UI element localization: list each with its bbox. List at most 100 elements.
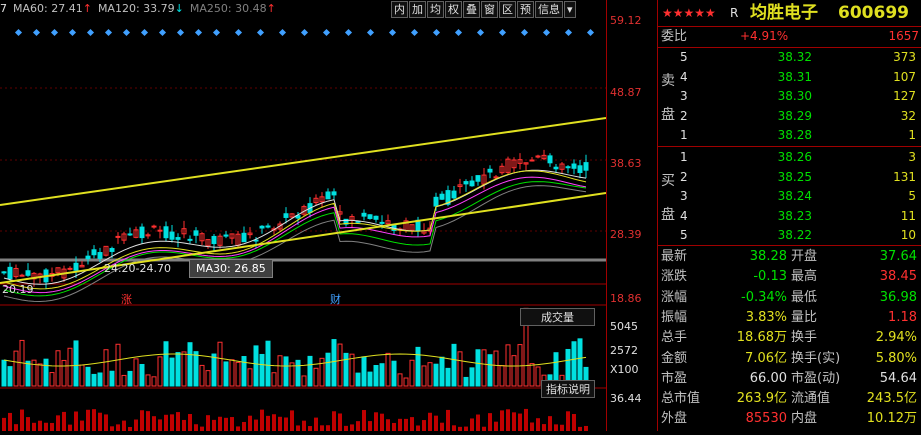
bid-volume: 3 [908, 150, 916, 164]
quote-label: 总手 [661, 330, 688, 346]
ask-level: 1 [680, 128, 688, 142]
quote-row: 最新 38.28 开盘 37.64 [658, 247, 921, 266]
low-price-label: 20.19 [2, 283, 34, 296]
ask-volume: 127 [893, 89, 916, 103]
quote-label: 市盈(动) [791, 370, 841, 386]
toolbar-button[interactable]: 信息 [535, 1, 563, 18]
bid-row[interactable]: 1 38.26 3 [658, 148, 921, 167]
quote-label: 总市值 [661, 391, 701, 407]
bid-volume: 10 [900, 228, 916, 242]
range-label: 24.20-24.70 [104, 262, 171, 275]
bid-price: 38.24 [777, 189, 812, 203]
ask-price: 38.32 [777, 50, 812, 64]
ask-row[interactable]: 2 38.29 32 [658, 107, 921, 126]
quote-label: 金额 [661, 350, 688, 366]
quote-label: 最新 [661, 249, 688, 264]
ask-price: 38.28 [777, 128, 812, 142]
quote-value: 38.45 [879, 269, 917, 285]
ma-legend-text: MA250: 30.48 [189, 2, 267, 15]
toolbar-button[interactable]: 叠 [463, 1, 480, 18]
ask-volume: 107 [893, 69, 916, 84]
toolbar-button[interactable]: 内 [391, 1, 408, 18]
quote-label: 涨幅 [661, 289, 688, 305]
order-ratio-row: 委比 +4.91% 1657 [658, 27, 921, 46]
bid-row[interactable]: 5 38.22 10 [658, 226, 921, 245]
quote-label: 流通值 [791, 391, 831, 407]
axis-tick-label: 28.39 [610, 228, 642, 241]
quote-value: -0.13 [753, 269, 787, 285]
quote-value: 54.64 [879, 370, 917, 386]
chart-canvas[interactable] [0, 0, 607, 431]
bid-row[interactable]: 4 38.23 11 [658, 207, 921, 226]
quote-row: 外盘 85530 内盘 10.12万 [658, 409, 921, 428]
quote-value: 1.18 [888, 309, 917, 325]
quote-panel: ★★★★★ R 均胜电子 600699 委比 +4.91% 1657 5 38.3… [657, 0, 921, 431]
ask-level: 3 [680, 89, 688, 103]
stock-header: ★★★★★ R 均胜电子 600699 [658, 2, 921, 24]
ask-level: 5 [680, 50, 688, 64]
order-ratio-pct: +4.91% [740, 29, 789, 43]
ma-legend-item: MA60: 27.41↑ [13, 2, 92, 15]
candlestick-chart[interactable]: 7 MA60: 27.41↑ MA120: 33.79↓ MA250: 30.48↑ … [0, 0, 607, 431]
quote-value: 85530 [745, 411, 787, 427]
event-marker-2[interactable]: 财 [330, 291, 341, 307]
quote-label: 换手 [791, 330, 818, 346]
quote-value: 36.98 [879, 289, 917, 305]
bid-volume: 131 [893, 169, 916, 184]
bid-volume: 11 [900, 208, 916, 223]
bid-price: 38.22 [777, 228, 812, 242]
quote-value: 18.68万 [736, 330, 787, 346]
toolbar-button[interactable]: 区 [499, 1, 516, 18]
ma-legend-item: MA120: 33.79↓ [98, 2, 184, 15]
quote-value: 38.28 [749, 249, 787, 264]
bid-price: 38.25 [777, 169, 812, 184]
bid-side-label: 盘 [661, 207, 675, 223]
event-marker-1[interactable]: 涨 [121, 291, 132, 307]
quote-value: 2.94% [875, 330, 917, 346]
toolbar-button[interactable]: 预 [517, 1, 534, 18]
ask-row[interactable]: 3 38.30 127 [658, 87, 921, 106]
quote-value: 7.06亿 [745, 350, 787, 366]
quote-value: 243.5亿 [866, 391, 917, 407]
bid-side-label: 买 [661, 173, 675, 189]
quote-label: 最高 [791, 269, 818, 285]
indicator-help-button[interactable]: 指标说明 [541, 380, 595, 398]
axis-tick-label: 2572 [610, 344, 638, 357]
bid-row[interactable]: 2 38.25 131 [658, 168, 921, 187]
axis-tick-label: 38.63 [610, 157, 642, 170]
toolbar-button[interactable]: 均 [427, 1, 444, 18]
toolbar-button[interactable]: 权 [445, 1, 462, 18]
quote-value: 3.83% [745, 309, 787, 325]
quote-row: 金额 7.06亿 换手(实) 5.80% [658, 349, 921, 368]
toolbar-button[interactable]: 加 [409, 1, 426, 18]
quote-row: 总市值 263.9亿 流通值 243.5亿 [658, 389, 921, 408]
quote-value: 10.12万 [866, 411, 917, 427]
ask-side-label: 卖 [661, 73, 675, 89]
ask-price: 38.29 [777, 108, 812, 123]
star-rating-icon: ★★★★★ [662, 6, 716, 20]
toolbar-button[interactable]: 窗 [481, 1, 498, 18]
bid-volume: 5 [908, 189, 916, 203]
ask-row[interactable]: 5 38.32 373 [658, 48, 921, 67]
ask-volume: 1 [908, 128, 916, 142]
quote-row: 振幅 3.83% 量比 1.18 [658, 308, 921, 327]
quote-value: 5.80% [875, 350, 917, 366]
bid-level: 1 [680, 150, 688, 164]
bid-level: 4 [680, 208, 688, 223]
ask-volume: 373 [893, 50, 916, 64]
ask-volume: 32 [900, 108, 916, 123]
ask-row[interactable]: 4 38.31 107 [658, 68, 921, 87]
quote-label: 市盈 [661, 370, 688, 386]
bid-price: 38.26 [777, 150, 812, 164]
quote-label: 外盘 [661, 411, 688, 427]
toolbar-button[interactable]: ▾ [564, 1, 576, 18]
quote-label: 内盘 [791, 411, 818, 427]
ask-row[interactable]: 1 38.28 1 [658, 126, 921, 145]
volume-indicator-selector[interactable]: 成交量 [520, 308, 595, 326]
bid-level: 3 [680, 189, 688, 203]
ma-legend-text: MA60: 27.41 [13, 2, 83, 15]
quote-label: 换手(实) [791, 350, 841, 366]
ask-price: 38.30 [777, 89, 812, 103]
bid-row[interactable]: 3 38.24 5 [658, 187, 921, 206]
stock-name: 均胜电子 [750, 3, 818, 23]
